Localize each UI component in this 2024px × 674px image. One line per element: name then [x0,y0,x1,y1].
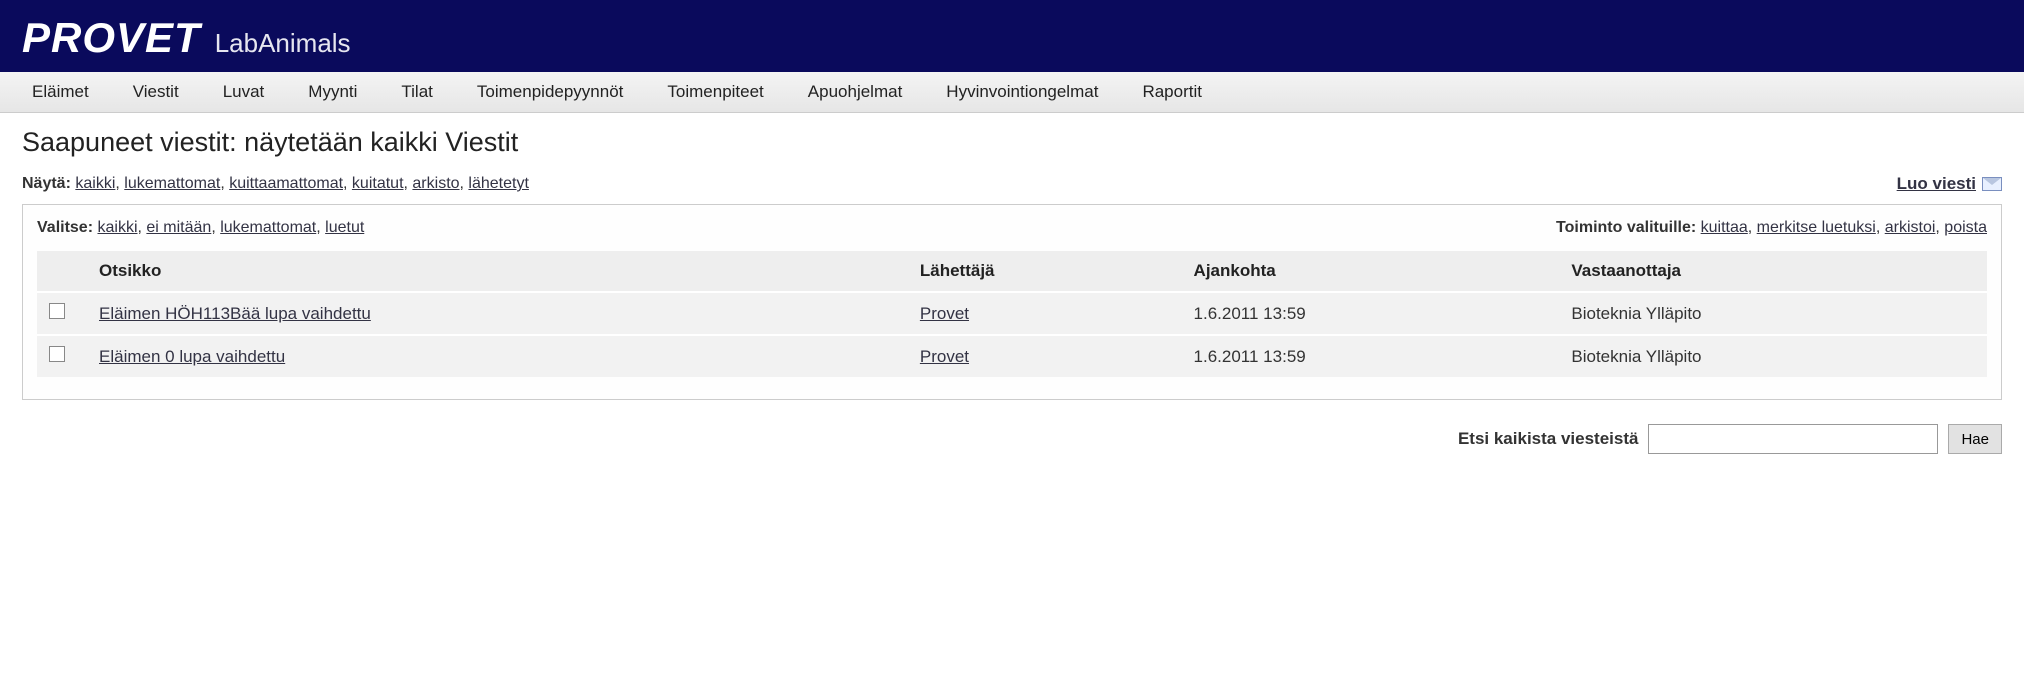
nav-elaimet[interactable]: Eläimet [10,72,111,112]
select-label: Valitse: [37,219,93,236]
messages-panel: Valitse: kaikki, ei mitään, lukemattomat… [22,204,2002,400]
action-label: Toiminto valituille: [1556,219,1696,236]
search-button[interactable]: Hae [1948,424,2002,454]
row-checkbox[interactable] [49,346,65,362]
message-recipient: Bioteknia Ylläpito [1559,292,1987,335]
select-lukemattomat[interactable]: lukemattomat [220,219,316,236]
search-row: Etsi kaikista viesteistä Hae [22,424,2002,454]
filter-arkisto[interactable]: arkisto [412,175,459,192]
nav-luvat[interactable]: Luvat [201,72,287,112]
nav-tilat[interactable]: Tilat [379,72,455,112]
main-nav: Eläimet Viestit Luvat Myynti Tilat Toime… [0,72,2024,113]
filter-lukemattomat[interactable]: lukemattomat [124,175,220,192]
message-recipient: Bioteknia Ylläpito [1559,335,1987,377]
nav-toimenpiteet[interactable]: Toimenpiteet [645,72,785,112]
nav-myynti[interactable]: Myynti [286,72,379,112]
select-luetut[interactable]: luetut [325,219,364,236]
action-poista[interactable]: poista [1944,219,1987,236]
action-kuittaa[interactable]: kuittaa [1701,219,1748,236]
col-title: Otsikko [87,251,908,292]
col-sender: Lähettäjä [908,251,1182,292]
filter-lahetetyt[interactable]: lähetetyt [468,175,528,192]
action-merkitse-luetuksi[interactable]: merkitse luetuksi [1757,219,1876,236]
filter-kuitatut[interactable]: kuitatut [352,175,404,192]
nav-hyvinvointiongelmat[interactable]: Hyvinvointiongelmat [924,72,1120,112]
col-time: Ajankohta [1182,251,1560,292]
row-checkbox[interactable] [49,303,65,319]
message-title-link[interactable]: Eläimen HÖH113Bää lupa vaihdettu [99,304,371,323]
bulk-actions: Toiminto valituille: kuittaa, merkitse l… [1556,219,1987,237]
message-sender-link[interactable]: Provet [920,347,969,366]
select-kaikki[interactable]: kaikki [97,219,137,236]
message-sender-link[interactable]: Provet [920,304,969,323]
create-message-link[interactable]: Luo viesti [1897,174,2002,194]
filter-kaikki[interactable]: kaikki [75,175,115,192]
action-arkistoi[interactable]: arkistoi [1885,219,1936,236]
app-header: PROVET LabAnimals [0,0,2024,72]
mail-icon [1982,177,2002,191]
messages-table: Otsikko Lähettäjä Ajankohta Vastaanottaj… [37,251,1987,377]
page-title: Saapuneet viestit: näytetään kaikki Vies… [22,127,2002,158]
table-row: Eläimen 0 lupa vaihdettu Provet 1.6.2011… [37,335,1987,377]
create-message-label: Luo viesti [1897,174,1976,194]
nav-raportit[interactable]: Raportit [1120,72,1224,112]
message-time: 1.6.2011 13:59 [1182,335,1560,377]
message-title-link[interactable]: Eläimen 0 lupa vaihdettu [99,347,285,366]
nav-viestit[interactable]: Viestit [111,72,201,112]
col-recipient: Vastaanottaja [1559,251,1987,292]
nav-apuohjelmat[interactable]: Apuohjelmat [786,72,925,112]
select-ei-mitaan[interactable]: ei mitään [146,219,211,236]
message-time: 1.6.2011 13:59 [1182,292,1560,335]
logo: PROVET [22,14,201,62]
search-label: Etsi kaikista viesteistä [1458,429,1639,449]
app-subtitle: LabAnimals [215,28,351,59]
show-filters: Näytä: kaikki, lukemattomat, kuittaamatt… [22,175,529,193]
table-row: Eläimen HÖH113Bää lupa vaihdettu Provet … [37,292,1987,335]
show-label: Näytä: [22,175,71,192]
search-input[interactable] [1648,424,1938,454]
nav-toimenpidepyynnot[interactable]: Toimenpidepyynnöt [455,72,645,112]
filter-kuittaamattomat[interactable]: kuittaamattomat [229,175,343,192]
select-options: Valitse: kaikki, ei mitään, lukemattomat… [37,219,364,237]
